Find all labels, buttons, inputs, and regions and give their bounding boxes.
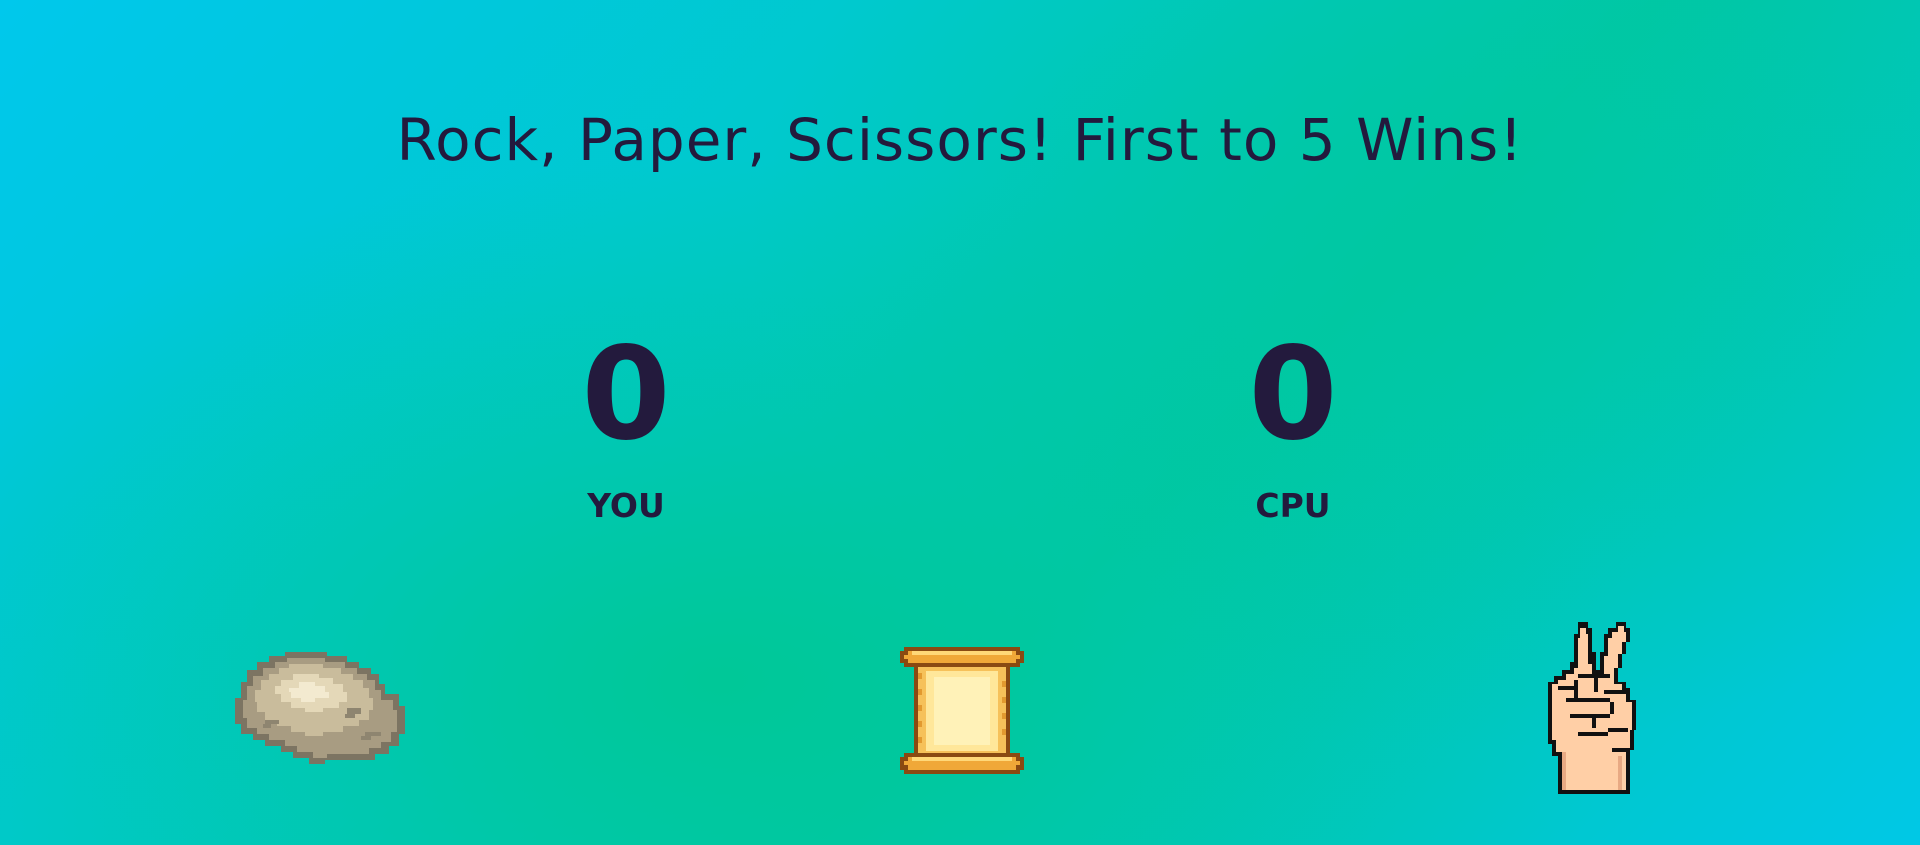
- cpu-label: CPU: [1255, 486, 1331, 525]
- cpu-score-panel: 0 CPU: [1193, 330, 1393, 524]
- scissors-button[interactable]: [1548, 622, 1648, 794]
- rock-icon: [235, 652, 405, 764]
- paper-button[interactable]: [900, 643, 1024, 778]
- cpu-score: 0: [1248, 320, 1338, 469]
- page-title: Rock, Paper, Scissors! First to 5 Wins!: [396, 106, 1524, 174]
- player-score-panel: 0 YOU: [526, 330, 726, 524]
- player-score: 0: [581, 320, 671, 469]
- scissors-hand-icon: [1548, 622, 1636, 794]
- player-label: YOU: [587, 486, 665, 525]
- paper-scroll-icon: [900, 647, 1024, 774]
- rock-button[interactable]: [235, 648, 405, 768]
